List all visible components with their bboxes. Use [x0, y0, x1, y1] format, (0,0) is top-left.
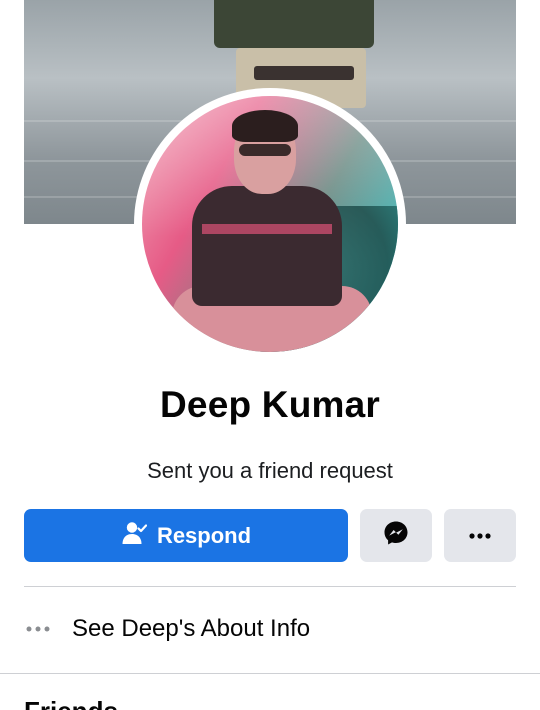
- cover-person-belt: [254, 66, 354, 80]
- cover-person-shirt: [214, 0, 374, 48]
- about-info-label: See Deep's About Info: [72, 615, 311, 642]
- divider: [24, 586, 516, 587]
- friend-request-status: Sent you a friend request: [147, 458, 393, 483]
- message-button[interactable]: [360, 509, 432, 562]
- messenger-icon: [383, 520, 409, 551]
- person-check-icon: [121, 520, 148, 552]
- respond-button[interactable]: Respond: [24, 509, 348, 562]
- more-dots-icon: [24, 625, 52, 633]
- section-divider: [0, 673, 540, 674]
- avatar: [142, 96, 398, 352]
- friends-section-heading: Friends: [24, 696, 118, 710]
- respond-button-label: Respond: [156, 522, 252, 548]
- see-about-info-link[interactable]: See Deep's About Info: [24, 606, 516, 652]
- more-dots-icon: [468, 527, 492, 545]
- profile-picture[interactable]: [134, 88, 406, 360]
- more-options-button[interactable]: [444, 509, 516, 562]
- profile-name: Deep Kumar: [160, 384, 380, 425]
